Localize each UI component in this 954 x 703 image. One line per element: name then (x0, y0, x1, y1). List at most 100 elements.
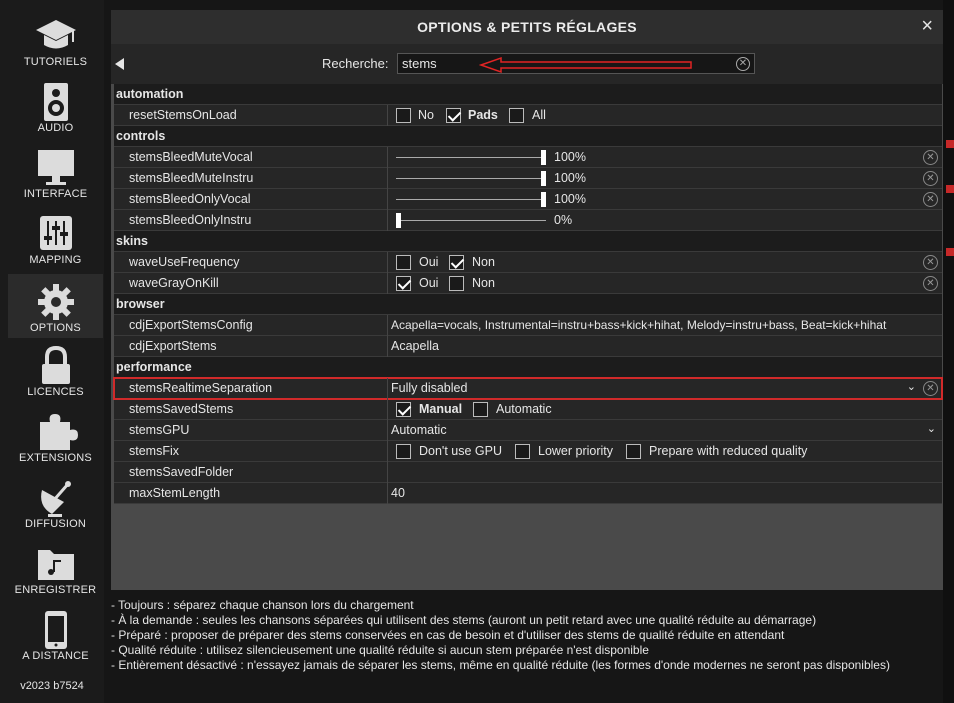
slider-track[interactable] (396, 157, 546, 158)
options-dialog: OPTIONS & PETITS RÉGLAGES × Recherche: ✕… (111, 10, 943, 590)
mixer-sliders-icon (39, 216, 72, 250)
checkbox-prepare-reduced-quality[interactable] (626, 444, 641, 459)
option-label: Lower priority (538, 444, 614, 458)
section-header: skins (114, 231, 942, 252)
option-name: stemsFix (129, 444, 179, 458)
gear-icon (37, 284, 74, 320)
version-label: v2023 b7524 (20, 680, 84, 692)
search-bar: Recherche: ✕ (111, 44, 943, 84)
reset-icon[interactable]: ✕ (923, 150, 938, 165)
slider-value: 100% (554, 192, 586, 206)
dropdown-value[interactable]: Automatic (391, 423, 447, 437)
checkbox-dont-use-gpu[interactable] (396, 444, 411, 459)
reset-icon[interactable]: ✕ (923, 171, 938, 186)
slider-track[interactable] (396, 220, 546, 221)
close-button[interactable]: × (921, 16, 933, 36)
section-header: browser (114, 294, 942, 315)
table-row: maxStemLength 40 (114, 483, 942, 504)
slider-track[interactable] (396, 178, 546, 179)
annotation-arrow-icon (479, 56, 692, 74)
table-row: stemsBleedMuteInstru 100% ✕ (114, 168, 942, 189)
text-field[interactable]: 40 (391, 486, 405, 500)
table-row: stemsSavedStems Manual Automatic (114, 399, 942, 420)
reset-icon[interactable]: ✕ (923, 255, 938, 270)
section-header: automation (114, 84, 942, 105)
option-label: Oui (419, 255, 439, 269)
slider-knob[interactable] (541, 192, 546, 207)
background-window-edge (943, 0, 954, 703)
text-field[interactable]: Acapella=vocals, Instrumental=instru+bas… (391, 318, 886, 332)
table-row: stemsBleedMuteVocal 100% ✕ (114, 147, 942, 168)
checkbox-non[interactable] (449, 276, 464, 291)
option-name: maxStemLength (129, 486, 221, 500)
option-label: All (532, 108, 546, 122)
slider-knob[interactable] (396, 213, 401, 228)
sidebar-item-enregistrer[interactable]: ENREGISTRER (8, 536, 103, 600)
reset-icon[interactable]: ✕ (923, 276, 938, 291)
option-name: stemsBleedMuteVocal (129, 150, 253, 164)
satellite-dish-icon (40, 481, 71, 517)
option-label: Oui (419, 276, 439, 290)
option-label: Automatic (496, 402, 552, 416)
checkbox-non[interactable] (449, 255, 464, 270)
search-label: Recherche: (322, 56, 389, 71)
virtualdj-window: TUTORIELS AUDIO INTERFACE MAPPING OPTION… (0, 0, 954, 703)
checkbox-no[interactable] (396, 108, 411, 123)
option-name: resetStemsOnLoad (129, 108, 237, 122)
sidebar-item-a-distance[interactable]: A DISTANCE (8, 602, 103, 666)
options-table: automation resetStemsOnLoad No Pads All … (113, 84, 943, 504)
checkbox-lower-priority[interactable] (515, 444, 530, 459)
slider-track[interactable] (396, 199, 546, 200)
slider-knob[interactable] (541, 150, 546, 165)
chevron-down-icon[interactable]: ⌄ (907, 380, 916, 393)
table-row: resetStemsOnLoad No Pads All (114, 105, 942, 126)
sidebar-item-diffusion[interactable]: DIFFUSION (8, 470, 103, 534)
checkbox-all[interactable] (509, 108, 524, 123)
chevron-down-icon[interactable]: ⌄ (927, 422, 936, 435)
option-label: Non (472, 276, 495, 290)
reset-icon[interactable]: ✕ (923, 381, 938, 396)
table-row-highlighted: stemsRealtimeSeparation Fully disabled ⌄… (113, 377, 943, 400)
checkbox-oui[interactable] (396, 255, 411, 270)
table-row: cdjExportStems Acapella (114, 336, 942, 357)
table-row: cdjExportStemsConfig Acapella=vocals, In… (114, 315, 942, 336)
sidebar-item-label: ENREGISTRER (14, 584, 97, 596)
help-text: - Toujours : séparez chaque chanson lors… (111, 598, 943, 673)
checkbox-pads[interactable] (446, 108, 461, 123)
option-name: stemsBleedOnlyInstru (129, 213, 252, 227)
option-name: cdjExportStems (129, 339, 217, 353)
section-label: browser (116, 297, 165, 311)
option-label: Don't use GPU (419, 444, 502, 458)
sidebar-item-options[interactable]: OPTIONS (8, 274, 103, 338)
table-row: stemsBleedOnlyVocal 100% ✕ (114, 189, 942, 210)
puzzle-piece-icon (39, 414, 78, 450)
checkbox-manual[interactable] (396, 402, 411, 417)
help-line: - Qualité réduite : utilisez silencieuse… (111, 643, 649, 657)
dropdown-value[interactable]: Fully disabled (391, 381, 467, 395)
sidebar-item-tutoriels[interactable]: TUTORIELS (8, 8, 103, 72)
section-header: controls (114, 126, 942, 147)
sidebar-item-label: A DISTANCE (22, 650, 89, 662)
sidebar-item-audio[interactable]: AUDIO (8, 74, 103, 138)
help-line: - Préparé : proposer de préparer des ste… (111, 628, 785, 642)
option-label: Pads (468, 108, 498, 122)
option-name: stemsSavedFolder (129, 465, 234, 479)
option-name: cdjExportStemsConfig (129, 318, 253, 332)
reset-icon[interactable]: ✕ (923, 192, 938, 207)
smartphone-icon (44, 611, 67, 649)
slider-knob[interactable] (541, 171, 546, 186)
help-line: - Entièrement désactivé : n'essayez jama… (111, 658, 890, 672)
sidebar-item-interface[interactable]: INTERFACE (8, 140, 103, 204)
sidebar-item-licences[interactable]: LICENCES (8, 338, 103, 402)
checkbox-oui[interactable] (396, 276, 411, 291)
clear-search-icon[interactable]: ✕ (736, 57, 750, 71)
option-label: Manual (419, 402, 463, 416)
text-field[interactable]: Acapella (391, 339, 439, 353)
section-label: performance (116, 360, 192, 374)
table-row: waveGrayOnKill Oui Non ✕ (114, 273, 942, 294)
option-label: Prepare with reduced quality (649, 444, 808, 458)
sidebar-item-extensions[interactable]: EXTENSIONS (8, 404, 103, 468)
checkbox-automatic[interactable] (473, 402, 488, 417)
back-arrow-icon[interactable] (115, 58, 124, 70)
sidebar-item-mapping[interactable]: MAPPING (8, 206, 103, 270)
